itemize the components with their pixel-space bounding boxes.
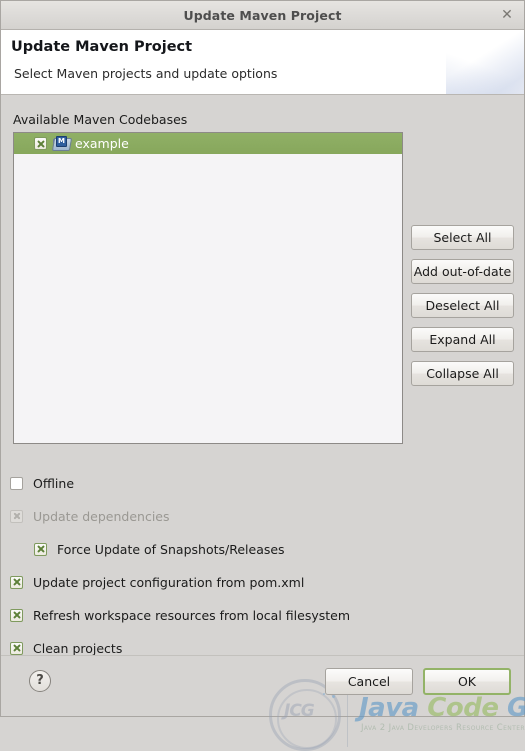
dialog-body: Available Maven Codebases M example Sele… bbox=[1, 95, 525, 751]
update-project-configuration-checkbox[interactable] bbox=[10, 575, 23, 589]
maven-codebases-tree[interactable]: M example bbox=[13, 132, 403, 444]
help-icon[interactable]: ? bbox=[29, 670, 51, 692]
update-maven-project-dialog: Update Maven Project ✕ Update Maven Proj… bbox=[0, 0, 525, 751]
refresh-workspace-resources-checkbox[interactable] bbox=[10, 608, 23, 622]
option-refresh-workspace-resources[interactable]: Refresh workspace resources from local f… bbox=[1, 605, 525, 625]
force-update-checkbox[interactable] bbox=[34, 542, 47, 556]
option-offline[interactable]: Offline bbox=[1, 473, 525, 493]
add-out-of-date-button[interactable]: Add out-of-date bbox=[411, 259, 514, 284]
expand-all-button[interactable]: Expand All bbox=[411, 327, 514, 352]
maven-project-folder-icon: M bbox=[51, 136, 73, 151]
select-all-button[interactable]: Select All bbox=[411, 225, 514, 250]
ok-button[interactable]: OK bbox=[423, 668, 511, 695]
refresh-workspace-resources-label: Refresh workspace resources from local f… bbox=[33, 607, 351, 623]
tree-row-checkbox[interactable] bbox=[34, 137, 47, 150]
header-title: Update Maven Project bbox=[11, 39, 193, 55]
header-subtitle: Select Maven projects and update options bbox=[14, 66, 278, 81]
watermark-tagline: Java 2 Java Developers Resource Center bbox=[361, 723, 525, 733]
option-update-project-configuration[interactable]: Update project configuration from pom.xm… bbox=[1, 572, 525, 592]
tree-row[interactable]: M example bbox=[14, 133, 402, 154]
available-codebases-label: Available Maven Codebases bbox=[13, 112, 188, 127]
tree-action-buttons: Select All Add out-of-date Deselect All … bbox=[411, 225, 514, 395]
update-options-group: Offline Update dependencies Force Update… bbox=[1, 473, 525, 671]
maven-badge-letter: M bbox=[56, 136, 67, 147]
collapse-all-button[interactable]: Collapse All bbox=[411, 361, 514, 386]
clean-projects-label: Clean projects bbox=[33, 640, 123, 656]
clean-projects-checkbox[interactable] bbox=[10, 641, 23, 655]
header-banner-image bbox=[446, 30, 524, 94]
dialog-header: Update Maven Project Select Maven projec… bbox=[1, 30, 524, 95]
dialog-titlebar: Update Maven Project ✕ bbox=[1, 1, 524, 30]
update-dependencies-label: Update dependencies bbox=[33, 508, 170, 524]
cancel-button[interactable]: Cancel bbox=[325, 668, 413, 695]
tree-row-label: example bbox=[75, 136, 129, 151]
option-update-dependencies: Update dependencies bbox=[1, 506, 525, 526]
option-force-update[interactable]: Force Update of Snapshots/Releases bbox=[1, 539, 525, 559]
dialog-footer: ? Cancel OK bbox=[1, 655, 524, 716]
update-dependencies-checkbox bbox=[10, 509, 23, 523]
dialog-title: Update Maven Project bbox=[183, 7, 342, 23]
offline-checkbox[interactable] bbox=[10, 476, 23, 490]
update-project-configuration-label: Update project configuration from pom.xm… bbox=[33, 574, 305, 590]
offline-label: Offline bbox=[33, 475, 75, 491]
force-update-label: Force Update of Snapshots/Releases bbox=[57, 541, 285, 557]
deselect-all-button[interactable]: Deselect All bbox=[411, 293, 514, 318]
close-icon[interactable]: ✕ bbox=[496, 4, 518, 25]
